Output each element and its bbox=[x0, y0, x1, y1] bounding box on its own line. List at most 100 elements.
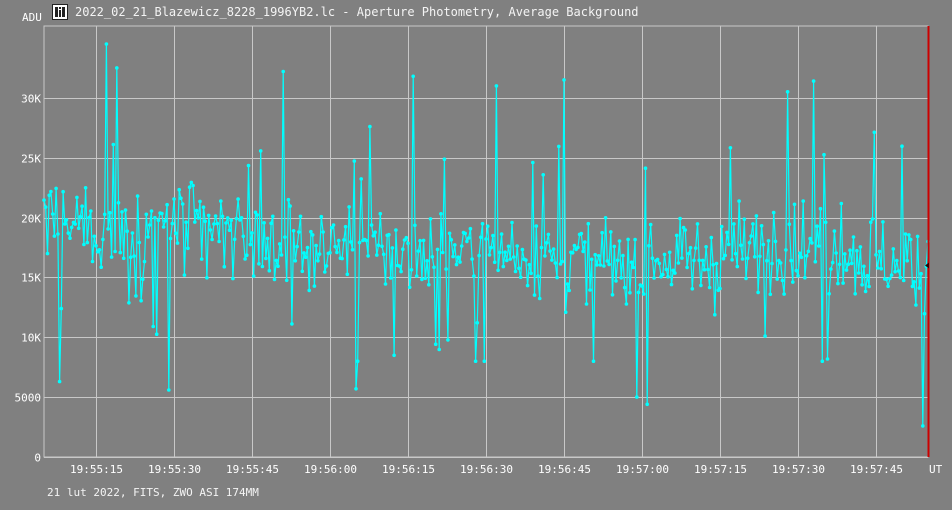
data-point bbox=[229, 218, 233, 222]
data-point bbox=[302, 251, 306, 255]
x-tick-label: 19:55:15 bbox=[70, 463, 123, 476]
data-point bbox=[411, 74, 416, 79]
footer-info: 21 lut 2022, FITS, ZWO ASI 174MM bbox=[47, 486, 259, 499]
data-point bbox=[543, 254, 547, 258]
x-tick-label: 19:56:45 bbox=[538, 463, 591, 476]
data-point bbox=[232, 237, 237, 242]
data-point bbox=[813, 259, 818, 264]
data-point bbox=[565, 282, 570, 286]
data-point bbox=[130, 231, 135, 235]
light-curve-chart[interactable]: 0 5000 10K 15K 20K 25K 30K ADU 19:55:15 19:55:30 1… bbox=[0, 0, 952, 510]
data-point bbox=[52, 234, 57, 238]
data-point bbox=[286, 197, 291, 202]
data-point bbox=[56, 232, 60, 236]
data-point bbox=[271, 214, 275, 219]
data-point bbox=[316, 259, 320, 263]
data-point bbox=[903, 232, 908, 236]
data-point bbox=[276, 264, 280, 269]
data-point bbox=[548, 249, 552, 253]
data-point bbox=[494, 84, 499, 88]
data-point bbox=[603, 216, 608, 220]
data-point bbox=[231, 276, 235, 281]
data-point bbox=[303, 255, 308, 259]
data-point bbox=[465, 239, 469, 244]
data-point bbox=[869, 220, 873, 224]
data-point bbox=[118, 250, 123, 255]
data-point bbox=[456, 255, 461, 259]
data-point bbox=[198, 199, 202, 204]
data-point bbox=[612, 244, 617, 249]
data-point bbox=[881, 220, 885, 224]
data-point bbox=[399, 269, 403, 274]
data-point bbox=[673, 271, 677, 275]
data-point bbox=[912, 280, 916, 284]
data-point bbox=[553, 261, 558, 265]
data-point bbox=[484, 237, 488, 241]
data-point bbox=[90, 259, 95, 264]
data-point bbox=[844, 268, 849, 272]
data-point bbox=[416, 249, 421, 253]
data-point bbox=[163, 219, 168, 223]
data-point bbox=[541, 173, 545, 177]
data-point bbox=[139, 298, 143, 303]
data-point bbox=[621, 253, 625, 258]
data-point bbox=[669, 282, 674, 287]
data-point bbox=[896, 269, 901, 273]
data-point bbox=[588, 288, 592, 292]
data-point bbox=[239, 216, 244, 220]
data-point bbox=[557, 144, 561, 149]
data-point bbox=[511, 255, 516, 259]
data-point bbox=[357, 240, 362, 245]
data-point bbox=[572, 243, 577, 248]
data-point bbox=[101, 237, 105, 242]
data-point bbox=[179, 196, 183, 200]
data-point bbox=[224, 221, 228, 225]
data-point bbox=[213, 214, 218, 218]
data-point bbox=[823, 220, 828, 225]
data-point bbox=[614, 279, 618, 283]
data-point bbox=[392, 353, 396, 358]
data-point bbox=[586, 221, 591, 226]
x-tick-label: 19:55:30 bbox=[148, 463, 201, 476]
data-point bbox=[789, 258, 793, 263]
x-tick-label: 19:56:30 bbox=[460, 463, 513, 476]
data-point bbox=[167, 388, 171, 392]
data-point bbox=[251, 274, 256, 278]
data-point bbox=[323, 270, 327, 274]
data-point bbox=[106, 227, 110, 231]
data-point bbox=[442, 157, 447, 161]
data-point bbox=[544, 241, 549, 245]
data-point bbox=[97, 248, 102, 252]
data-point bbox=[401, 247, 405, 251]
data-point bbox=[765, 258, 769, 263]
data-point bbox=[345, 272, 350, 277]
x-tick-label: 19:56:15 bbox=[382, 463, 435, 476]
data-point bbox=[283, 235, 287, 239]
data-point bbox=[818, 206, 823, 211]
data-point bbox=[570, 251, 575, 255]
data-point bbox=[756, 290, 760, 295]
data-point bbox=[633, 237, 637, 242]
data-point bbox=[780, 278, 785, 283]
data-point bbox=[685, 265, 689, 270]
data-point bbox=[215, 221, 220, 226]
data-point bbox=[505, 258, 509, 263]
data-point bbox=[643, 166, 648, 170]
data-point bbox=[879, 266, 883, 271]
data-point bbox=[794, 268, 799, 273]
data-point bbox=[212, 222, 216, 226]
data-point bbox=[454, 262, 459, 267]
data-point bbox=[482, 359, 487, 364]
data-point bbox=[657, 261, 662, 266]
data-point bbox=[822, 152, 826, 157]
data-point bbox=[815, 224, 819, 228]
data-point bbox=[605, 259, 610, 263]
data-point bbox=[846, 262, 851, 267]
data-point bbox=[404, 235, 409, 240]
data-point bbox=[827, 292, 831, 296]
data-point bbox=[713, 312, 717, 317]
data-point bbox=[349, 240, 353, 244]
data-point bbox=[355, 359, 360, 364]
data-point bbox=[901, 278, 906, 283]
data-point bbox=[432, 265, 436, 270]
